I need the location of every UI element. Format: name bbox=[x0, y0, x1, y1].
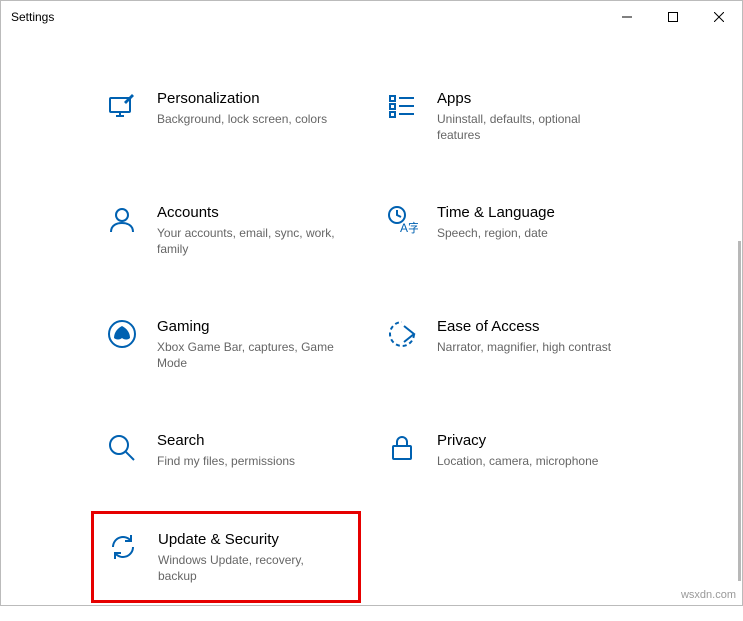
accounts-icon bbox=[105, 203, 139, 237]
window-title: Settings bbox=[11, 10, 604, 24]
close-icon bbox=[714, 12, 724, 22]
tile-desc: Speech, region, date bbox=[437, 225, 617, 241]
tile-desc: Your accounts, email, sync, work, family bbox=[157, 225, 337, 257]
maximize-icon bbox=[668, 12, 678, 22]
scrollbar[interactable] bbox=[738, 241, 741, 581]
tile-label: Privacy bbox=[437, 431, 647, 451]
tile-time-language[interactable]: A字 Time & Language Speech, region, date bbox=[381, 197, 651, 263]
gaming-icon bbox=[105, 317, 139, 351]
maximize-button[interactable] bbox=[650, 1, 696, 33]
search-icon bbox=[105, 431, 139, 465]
tile-label: Apps bbox=[437, 89, 647, 109]
tile-apps[interactable]: Apps Uninstall, defaults, optional featu… bbox=[381, 83, 651, 149]
tile-desc: Find my files, permissions bbox=[157, 453, 337, 469]
tile-desc: Xbox Game Bar, captures, Game Mode bbox=[157, 339, 337, 371]
tile-desc: Background, lock screen, colors bbox=[157, 111, 337, 127]
tile-label: Personalization bbox=[157, 89, 367, 109]
tile-label: Update & Security bbox=[158, 530, 346, 550]
time-language-icon: A字 bbox=[385, 203, 419, 237]
tile-desc: Narrator, magnifier, high contrast bbox=[437, 339, 617, 355]
tile-desc: Uninstall, defaults, optional features bbox=[437, 111, 617, 143]
update-security-icon bbox=[106, 530, 140, 564]
tile-label: Accounts bbox=[157, 203, 367, 223]
settings-window: Settings bbox=[0, 0, 743, 606]
tile-personalization[interactable]: Personalization Background, lock screen,… bbox=[101, 83, 371, 149]
settings-content: Personalization Background, lock screen,… bbox=[1, 33, 742, 621]
tile-desc: Windows Update, recovery, backup bbox=[158, 552, 338, 584]
minimize-icon bbox=[622, 12, 632, 22]
privacy-icon bbox=[385, 431, 419, 465]
tile-label: Time & Language bbox=[437, 203, 647, 223]
tile-gaming[interactable]: Gaming Xbox Game Bar, captures, Game Mod… bbox=[101, 311, 371, 377]
personalization-icon bbox=[105, 89, 139, 123]
tile-search[interactable]: Search Find my files, permissions bbox=[101, 425, 371, 475]
tile-ease-of-access[interactable]: Ease of Access Narrator, magnifier, high… bbox=[381, 311, 651, 377]
tile-desc: Location, camera, microphone bbox=[437, 453, 617, 469]
minimize-button[interactable] bbox=[604, 1, 650, 33]
svg-text:A字: A字 bbox=[400, 220, 418, 235]
tile-label: Gaming bbox=[157, 317, 367, 337]
ease-of-access-icon bbox=[385, 317, 419, 351]
tile-label: Search bbox=[157, 431, 367, 451]
apps-icon bbox=[385, 89, 419, 123]
tile-accounts[interactable]: Accounts Your accounts, email, sync, wor… bbox=[101, 197, 371, 263]
tile-privacy[interactable]: Privacy Location, camera, microphone bbox=[381, 425, 651, 475]
tile-label: Ease of Access bbox=[437, 317, 647, 337]
window-controls bbox=[604, 1, 742, 33]
titlebar: Settings bbox=[1, 1, 742, 33]
close-button[interactable] bbox=[696, 1, 742, 33]
watermark: wsxdn.com bbox=[681, 589, 736, 601]
tile-update-security[interactable]: Update & Security Windows Update, recove… bbox=[91, 511, 361, 603]
settings-grid: Personalization Background, lock screen,… bbox=[101, 83, 682, 591]
